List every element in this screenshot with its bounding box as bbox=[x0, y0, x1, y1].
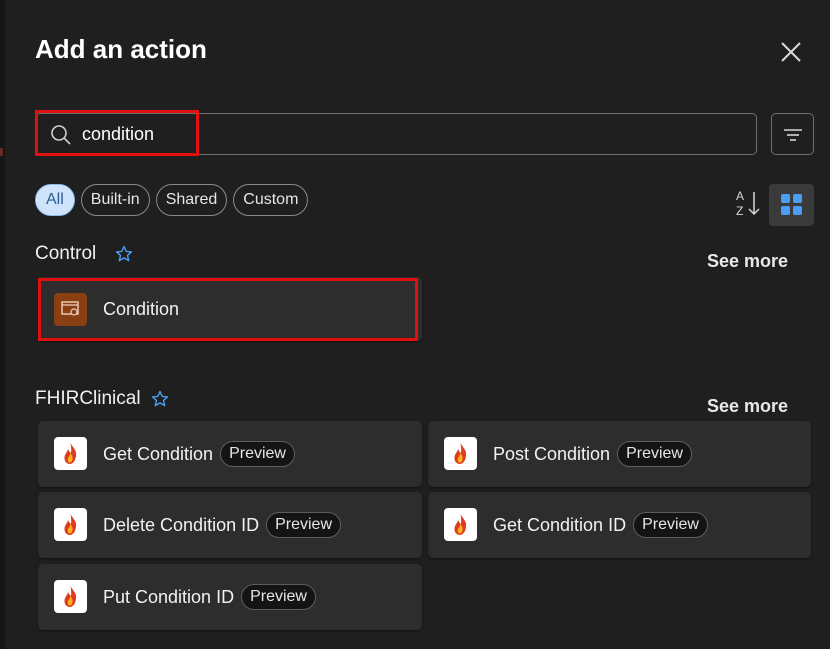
add-action-panel: Add an action All Built-in Shared Custom… bbox=[5, 0, 830, 649]
fhir-flame-icon bbox=[54, 580, 87, 613]
action-card-get-condition[interactable]: Get Condition Preview bbox=[38, 421, 422, 487]
chip-custom[interactable]: Custom bbox=[233, 184, 309, 216]
section-title-fhirclinical: FHIRClinical bbox=[35, 388, 141, 409]
chip-all[interactable]: All bbox=[35, 184, 75, 216]
preview-badge: Preview bbox=[220, 441, 295, 467]
action-card-label: Get Condition ID bbox=[493, 515, 627, 535]
action-card-get-condition-id[interactable]: Get Condition ID Preview bbox=[428, 492, 811, 558]
preview-badge: Preview bbox=[266, 512, 341, 538]
fhir-flame-icon bbox=[444, 508, 477, 541]
filter-button[interactable] bbox=[771, 113, 814, 155]
action-card-label-row: Delete Condition ID Preview bbox=[103, 492, 341, 558]
see-more-control[interactable]: See more bbox=[707, 251, 788, 272]
action-card-label-row: Get Condition Preview bbox=[103, 421, 295, 487]
chip-shared[interactable]: Shared bbox=[155, 184, 228, 216]
condition-highlight bbox=[38, 278, 418, 341]
background-mark bbox=[0, 148, 3, 156]
sort-az-icon: A Z bbox=[736, 189, 760, 218]
preview-badge: Preview bbox=[633, 512, 708, 538]
fhir-flame-icon bbox=[444, 437, 477, 470]
grid-view-button[interactable] bbox=[769, 184, 814, 226]
favorite-star-icon[interactable] bbox=[115, 245, 133, 263]
svg-text:Z: Z bbox=[736, 204, 743, 218]
preview-badge: Preview bbox=[241, 584, 316, 610]
grid-view-icon bbox=[781, 194, 790, 203]
filter-icon bbox=[784, 129, 802, 141]
filter-chips: All Built-in Shared Custom bbox=[35, 184, 309, 216]
see-more-fhirclinical[interactable]: See more bbox=[707, 396, 788, 417]
chip-built-in[interactable]: Built-in bbox=[80, 184, 150, 216]
fhir-flame-icon bbox=[54, 508, 87, 541]
action-card-label: Get Condition bbox=[103, 444, 214, 464]
close-icon bbox=[781, 42, 801, 62]
sort-button[interactable]: A Z bbox=[735, 188, 763, 218]
fhir-flame-icon bbox=[54, 437, 87, 470]
section-title-control: Control bbox=[35, 243, 97, 264]
action-card-label: Delete Condition ID bbox=[103, 515, 260, 535]
svg-text:A: A bbox=[736, 189, 744, 203]
action-card-label: Put Condition ID bbox=[103, 587, 235, 607]
close-button[interactable] bbox=[777, 38, 805, 66]
dialog-title: Add an action bbox=[35, 34, 207, 64]
action-card-label: Post Condition bbox=[493, 444, 611, 464]
preview-badge: Preview bbox=[617, 441, 692, 467]
action-card-delete-condition-id[interactable]: Delete Condition ID Preview bbox=[38, 492, 422, 558]
action-card-post-condition[interactable]: Post Condition Preview bbox=[428, 421, 811, 487]
action-card-label-row: Post Condition Preview bbox=[493, 421, 692, 487]
favorite-star-icon[interactable] bbox=[151, 390, 169, 408]
action-card-label-row: Put Condition ID Preview bbox=[103, 564, 316, 630]
action-card-put-condition-id[interactable]: Put Condition ID Preview bbox=[38, 564, 422, 630]
action-card-label-row: Get Condition ID Preview bbox=[493, 492, 708, 558]
search-highlight bbox=[35, 110, 199, 156]
